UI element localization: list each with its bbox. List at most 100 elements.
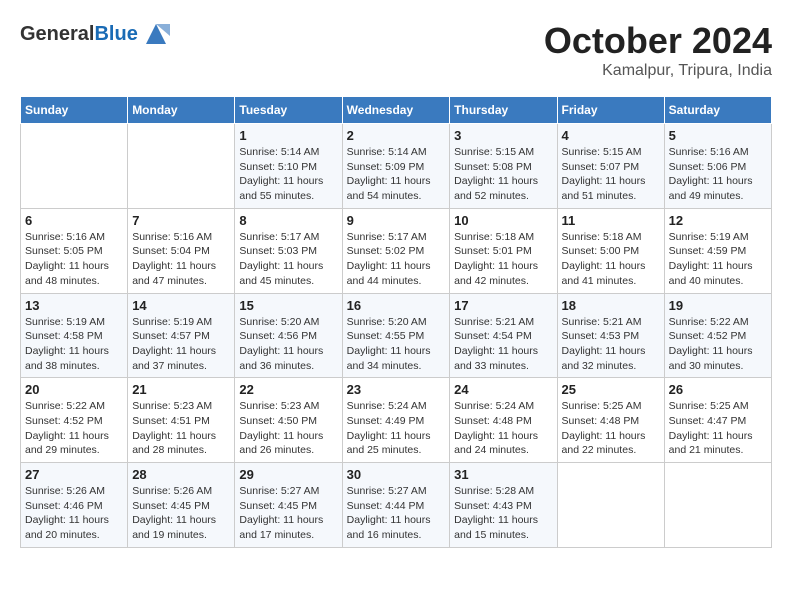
day-info: Sunrise: 5:20 AMSunset: 4:56 PMDaylight:… — [239, 315, 337, 374]
day-info: Sunrise: 5:25 AMSunset: 4:47 PMDaylight:… — [669, 399, 767, 458]
day-number: 15 — [239, 298, 337, 313]
day-info: Sunrise: 5:28 AMSunset: 4:43 PMDaylight:… — [454, 484, 552, 543]
day-info: Sunrise: 5:18 AMSunset: 5:01 PMDaylight:… — [454, 230, 552, 289]
col-header-saturday: Saturday — [664, 97, 771, 124]
day-number: 1 — [239, 128, 337, 143]
page-subtitle: Kamalpur, Tripura, India — [544, 62, 772, 80]
calendar-cell: 8 Sunrise: 5:17 AMSunset: 5:03 PMDaylight… — [235, 208, 342, 293]
day-info: Sunrise: 5:14 AMSunset: 5:10 PMDaylight:… — [239, 145, 337, 204]
calendar-cell: 7Sunrise: 5:16 AMSunset: 5:04 PMDaylight… — [128, 208, 235, 293]
day-number: 20 — [25, 382, 123, 397]
day-info: Sunrise: 5:19 AMSunset: 4:59 PMDaylight:… — [669, 230, 767, 289]
day-info: Sunrise: 5:15 AMSunset: 5:08 PMDaylight:… — [454, 145, 552, 204]
day-number: 9 — [347, 213, 446, 228]
logo: GeneralBlue — [20, 20, 170, 48]
page-header: GeneralBlue October 2024 Kamalpur, Tripu… — [20, 20, 772, 80]
col-header-thursday: Thursday — [450, 97, 557, 124]
logo-general: General — [20, 23, 94, 45]
day-number: 11 — [562, 213, 660, 228]
day-number: 5 — [669, 128, 767, 143]
calendar-cell: 14 Sunrise: 5:19 AMSunset: 4:57 PMDayligh… — [128, 293, 235, 378]
calendar-cell — [21, 124, 128, 209]
day-number: 30 — [347, 467, 446, 482]
calendar-cell: 9 Sunrise: 5:17 AMSunset: 5:02 PMDaylight… — [342, 208, 450, 293]
calendar-cell: 22 Sunrise: 5:23 AMSunset: 4:50 PMDayligh… — [235, 378, 342, 463]
day-number: 31 — [454, 467, 552, 482]
calendar-cell: 16 Sunrise: 5:20 AMSunset: 4:55 PMDayligh… — [342, 293, 450, 378]
calendar-cell: 23 Sunrise: 5:24 AMSunset: 4:49 PMDayligh… — [342, 378, 450, 463]
day-number: 7 — [132, 213, 230, 228]
day-number: 4 — [562, 128, 660, 143]
logo-icon — [142, 20, 170, 48]
col-header-wednesday: Wednesday — [342, 97, 450, 124]
day-number: 21 — [132, 382, 230, 397]
calendar-cell: 3Sunrise: 5:15 AMSunset: 5:08 PMDaylight… — [450, 124, 557, 209]
calendar-cell — [128, 124, 235, 209]
day-info: Sunrise: 5:20 AMSunset: 4:55 PMDaylight:… — [347, 315, 446, 374]
calendar-cell: 29Sunrise: 5:27 AMSunset: 4:45 PMDayligh… — [235, 463, 342, 548]
day-info: Sunrise: 5:23 AMSunset: 4:50 PMDaylight:… — [239, 399, 337, 458]
calendar-table: SundayMondayTuesdayWednesdayThursdayFrid… — [20, 96, 772, 548]
col-header-friday: Friday — [557, 97, 664, 124]
day-info: Sunrise: 5:25 AMSunset: 4:48 PMDaylight:… — [562, 399, 660, 458]
day-info: Sunrise: 5:27 AMSunset: 4:44 PMDaylight:… — [347, 484, 446, 543]
calendar-cell: 4 Sunrise: 5:15 AMSunset: 5:07 PMDaylight… — [557, 124, 664, 209]
day-info: Sunrise: 5:14 AMSunset: 5:09 PMDaylight:… — [347, 145, 446, 204]
calendar-cell: 18Sunrise: 5:21 AMSunset: 4:53 PMDayligh… — [557, 293, 664, 378]
calendar-cell: 17Sunrise: 5:21 AMSunset: 4:54 PMDayligh… — [450, 293, 557, 378]
calendar-cell: 6 Sunrise: 5:16 AMSunset: 5:05 PMDaylight… — [21, 208, 128, 293]
day-number: 13 — [25, 298, 123, 313]
day-info: Sunrise: 5:24 AMSunset: 4:49 PMDaylight:… — [347, 399, 446, 458]
day-info: Sunrise: 5:16 AMSunset: 5:05 PMDaylight:… — [25, 230, 123, 289]
logo-blue: Blue — [94, 23, 137, 45]
day-number: 26 — [669, 382, 767, 397]
day-info: Sunrise: 5:22 AMSunset: 4:52 PMDaylight:… — [669, 315, 767, 374]
calendar-cell: 1 Sunrise: 5:14 AMSunset: 5:10 PMDaylight… — [235, 124, 342, 209]
day-info: Sunrise: 5:17 AMSunset: 5:03 PMDaylight:… — [239, 230, 337, 289]
calendar-cell: 26 Sunrise: 5:25 AMSunset: 4:47 PMDayligh… — [664, 378, 771, 463]
day-number: 18 — [562, 298, 660, 313]
calendar-cell: 19 Sunrise: 5:22 AMSunset: 4:52 PMDayligh… — [664, 293, 771, 378]
day-number: 23 — [347, 382, 446, 397]
day-number: 10 — [454, 213, 552, 228]
calendar-cell: 15 Sunrise: 5:20 AMSunset: 4:56 PMDayligh… — [235, 293, 342, 378]
day-info: Sunrise: 5:19 AMSunset: 4:58 PMDaylight:… — [25, 315, 123, 374]
day-info: Sunrise: 5:22 AMSunset: 4:52 PMDaylight:… — [25, 399, 123, 458]
day-number: 2 — [347, 128, 446, 143]
calendar-cell — [557, 463, 664, 548]
calendar-cell: 13 Sunrise: 5:19 AMSunset: 4:58 PMDayligh… — [21, 293, 128, 378]
day-number: 6 — [25, 213, 123, 228]
day-number: 16 — [347, 298, 446, 313]
calendar-cell: 28Sunrise: 5:26 AMSunset: 4:45 PMDayligh… — [128, 463, 235, 548]
calendar-cell: 27Sunrise: 5:26 AMSunset: 4:46 PMDayligh… — [21, 463, 128, 548]
day-number: 8 — [239, 213, 337, 228]
col-header-tuesday: Tuesday — [235, 97, 342, 124]
day-number: 22 — [239, 382, 337, 397]
calendar-cell: 11 Sunrise: 5:18 AMSunset: 5:00 PMDayligh… — [557, 208, 664, 293]
day-number: 29 — [239, 467, 337, 482]
day-info: Sunrise: 5:24 AMSunset: 4:48 PMDaylight:… — [454, 399, 552, 458]
day-number: 19 — [669, 298, 767, 313]
day-info: Sunrise: 5:15 AMSunset: 5:07 PMDaylight:… — [562, 145, 660, 204]
calendar-cell: 24 Sunrise: 5:24 AMSunset: 4:48 PMDayligh… — [450, 378, 557, 463]
day-number: 24 — [454, 382, 552, 397]
title-block: October 2024 Kamalpur, Tripura, India — [544, 20, 772, 80]
calendar-cell — [664, 463, 771, 548]
day-info: Sunrise: 5:26 AMSunset: 4:45 PMDaylight:… — [132, 484, 230, 543]
day-info: Sunrise: 5:18 AMSunset: 5:00 PMDaylight:… — [562, 230, 660, 289]
day-number: 14 — [132, 298, 230, 313]
col-header-monday: Monday — [128, 97, 235, 124]
calendar-cell: 31 Sunrise: 5:28 AMSunset: 4:43 PMDayligh… — [450, 463, 557, 548]
day-info: Sunrise: 5:19 AMSunset: 4:57 PMDaylight:… — [132, 315, 230, 374]
calendar-cell: 12 Sunrise: 5:19 AMSunset: 4:59 PMDayligh… — [664, 208, 771, 293]
day-info: Sunrise: 5:17 AMSunset: 5:02 PMDaylight:… — [347, 230, 446, 289]
day-number: 25 — [562, 382, 660, 397]
calendar-cell: 2 Sunrise: 5:14 AMSunset: 5:09 PMDaylight… — [342, 124, 450, 209]
calendar-cell: 21 Sunrise: 5:23 AMSunset: 4:51 PMDayligh… — [128, 378, 235, 463]
page-title: October 2024 — [544, 20, 772, 62]
day-info: Sunrise: 5:23 AMSunset: 4:51 PMDaylight:… — [132, 399, 230, 458]
calendar-cell: 25 Sunrise: 5:25 AMSunset: 4:48 PMDayligh… — [557, 378, 664, 463]
day-number: 17 — [454, 298, 552, 313]
calendar-cell: 5Sunrise: 5:16 AMSunset: 5:06 PMDaylight… — [664, 124, 771, 209]
day-number: 12 — [669, 213, 767, 228]
